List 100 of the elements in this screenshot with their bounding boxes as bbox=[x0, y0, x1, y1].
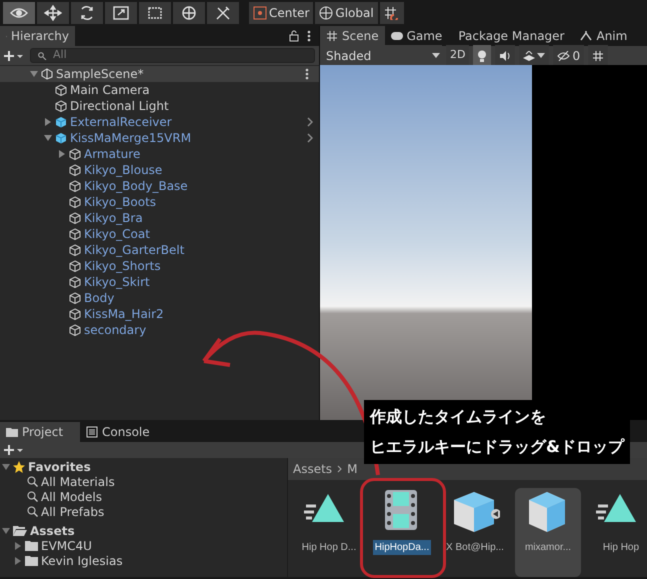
asset-label[interactable]: Hip Hop bbox=[600, 540, 642, 555]
hierarchy-tab[interactable]: Hierarchy bbox=[0, 26, 75, 46]
game-object-label[interactable]: KissMa_Hair2 bbox=[84, 305, 164, 323]
panel-tab[interactable]: Project bbox=[0, 422, 80, 442]
breadcrumb-item[interactable]: M bbox=[347, 460, 358, 478]
cube-icon bbox=[69, 164, 81, 176]
caret-icon bbox=[537, 53, 546, 58]
lock-icon[interactable] bbox=[289, 30, 299, 42]
gizmo-grid-button[interactable] bbox=[588, 44, 608, 66]
cube-icon bbox=[55, 100, 67, 112]
tool-button[interactable] bbox=[139, 2, 171, 24]
folder-icon bbox=[6, 426, 18, 438]
tool-button[interactable] bbox=[37, 2, 69, 24]
cube-icon bbox=[69, 260, 81, 272]
grid-snap-icon bbox=[384, 6, 400, 20]
scale-icon bbox=[112, 5, 130, 21]
game-object-label[interactable]: KissMaMerge15VRM bbox=[70, 129, 192, 147]
cube-icon bbox=[69, 244, 81, 256]
space-button[interactable]: Global bbox=[315, 2, 378, 24]
favorite-item[interactable]: All Materials bbox=[41, 472, 115, 490]
cube-icon bbox=[69, 212, 81, 224]
prefab-cube-icon bbox=[55, 116, 67, 128]
tool-button[interactable] bbox=[173, 2, 205, 24]
cube-icon bbox=[69, 196, 81, 208]
console-icon bbox=[86, 426, 98, 438]
asset-label[interactable]: X Bot@Hip... bbox=[444, 540, 506, 555]
game-object-label[interactable]: Armature bbox=[84, 145, 140, 163]
search-field[interactable]: All bbox=[30, 48, 315, 63]
expand-arrow-icon[interactable] bbox=[44, 134, 52, 142]
hidden-eye-icon bbox=[557, 50, 570, 60]
game-object-label[interactable]: Directional Light bbox=[70, 97, 169, 115]
cube-icon bbox=[69, 276, 81, 288]
game-object-label[interactable]: Body bbox=[84, 289, 114, 307]
grid-icon bbox=[592, 50, 604, 62]
rect-tool-icon bbox=[146, 5, 164, 21]
grid-icon bbox=[326, 30, 338, 42]
add-dropdown-icon[interactable] bbox=[4, 50, 24, 62]
pivot-icon bbox=[253, 6, 267, 20]
asset-label[interactable]: HipHopDa... bbox=[372, 540, 432, 555]
caret-icon bbox=[432, 53, 440, 58]
asset-label[interactable]: mixamor... bbox=[522, 540, 574, 555]
cube-icon bbox=[69, 228, 81, 240]
game-object-label[interactable]: Kikyo_Coat bbox=[84, 225, 150, 243]
cube-icon bbox=[69, 308, 81, 320]
view-tab[interactable]: Scene bbox=[320, 26, 385, 46]
expand-arrow-icon[interactable] bbox=[30, 70, 38, 78]
hidden-count: 0 bbox=[572, 48, 580, 64]
effects-dropdown[interactable] bbox=[519, 44, 550, 66]
add-dropdown-icon[interactable] bbox=[4, 444, 24, 456]
view-tab[interactable]: Package Manager bbox=[448, 26, 574, 46]
asset-label[interactable]: Hip Hop D... bbox=[300, 540, 358, 555]
folder-icon bbox=[25, 540, 38, 550]
lighting-toggle[interactable] bbox=[473, 44, 492, 66]
game-object-label[interactable]: Kikyo_Bra bbox=[84, 209, 143, 227]
search-icon bbox=[27, 491, 38, 502]
folder-icon bbox=[25, 556, 38, 566]
cube-icon bbox=[69, 324, 81, 336]
game-object-label[interactable]: Kikyo_Boots bbox=[84, 193, 156, 211]
star-icon bbox=[13, 460, 25, 472]
2d-toggle[interactable]: 2D bbox=[446, 44, 470, 66]
annotation-text: 作成したタイムラインを bbox=[370, 406, 547, 428]
tool-button[interactable] bbox=[71, 2, 103, 24]
scene-icon bbox=[41, 68, 53, 80]
game-object-label[interactable]: Kikyo_GarterBelt bbox=[84, 241, 184, 259]
collapse-arrow-icon[interactable] bbox=[58, 150, 66, 158]
game-object-label[interactable]: Kikyo_Body_Base bbox=[84, 177, 188, 195]
assets-label[interactable]: Assets bbox=[30, 522, 75, 540]
expand-arrow-icon[interactable] bbox=[2, 462, 10, 470]
cube-icon bbox=[69, 148, 81, 160]
snap-button[interactable] bbox=[380, 2, 404, 24]
favorite-item[interactable]: All Models bbox=[41, 488, 102, 506]
speaker-icon bbox=[499, 50, 512, 60]
panel-tab[interactable]: Console bbox=[80, 422, 156, 442]
favorites-label[interactable]: Favorites bbox=[28, 458, 91, 476]
pivot-button[interactable]: Center bbox=[249, 2, 314, 24]
more-menu-icon[interactable] bbox=[305, 68, 309, 80]
game-object-label[interactable]: ExternalReceiver bbox=[70, 113, 172, 131]
tool-button[interactable] bbox=[3, 2, 35, 24]
game-object-label[interactable]: Kikyo_Blouse bbox=[84, 161, 162, 179]
tool-button[interactable] bbox=[207, 2, 239, 24]
breadcrumb-item[interactable]: Assets bbox=[293, 460, 332, 478]
collapse-arrow-icon[interactable] bbox=[44, 118, 52, 126]
folder-label[interactable]: EVMC4U bbox=[41, 536, 92, 554]
breadcrumb-separator-icon bbox=[337, 465, 342, 473]
favorite-item[interactable]: All Prefabs bbox=[41, 502, 104, 520]
visibility-toggle[interactable]: 0 bbox=[553, 44, 584, 66]
transform-icon bbox=[180, 5, 198, 21]
folder-label[interactable]: Kevin Iglesias bbox=[41, 552, 123, 570]
annotation-text: ヒエラルキーにドラッグ&ドロップ bbox=[370, 436, 624, 458]
audio-toggle[interactable] bbox=[495, 44, 516, 66]
game-object-label[interactable]: Main Camera bbox=[70, 81, 150, 99]
tool-button[interactable] bbox=[105, 2, 137, 24]
view-tab[interactable]: Anim bbox=[574, 26, 634, 46]
search-icon bbox=[27, 506, 38, 517]
game-object-label[interactable]: Kikyo_Skirt bbox=[84, 273, 150, 291]
game-object-label[interactable]: Kikyo_Shorts bbox=[84, 257, 161, 275]
globe-icon bbox=[319, 6, 334, 20]
game-object-label[interactable]: secondary bbox=[84, 321, 146, 339]
more-menu-icon[interactable] bbox=[307, 30, 311, 42]
expand-arrow-icon[interactable] bbox=[2, 526, 10, 534]
